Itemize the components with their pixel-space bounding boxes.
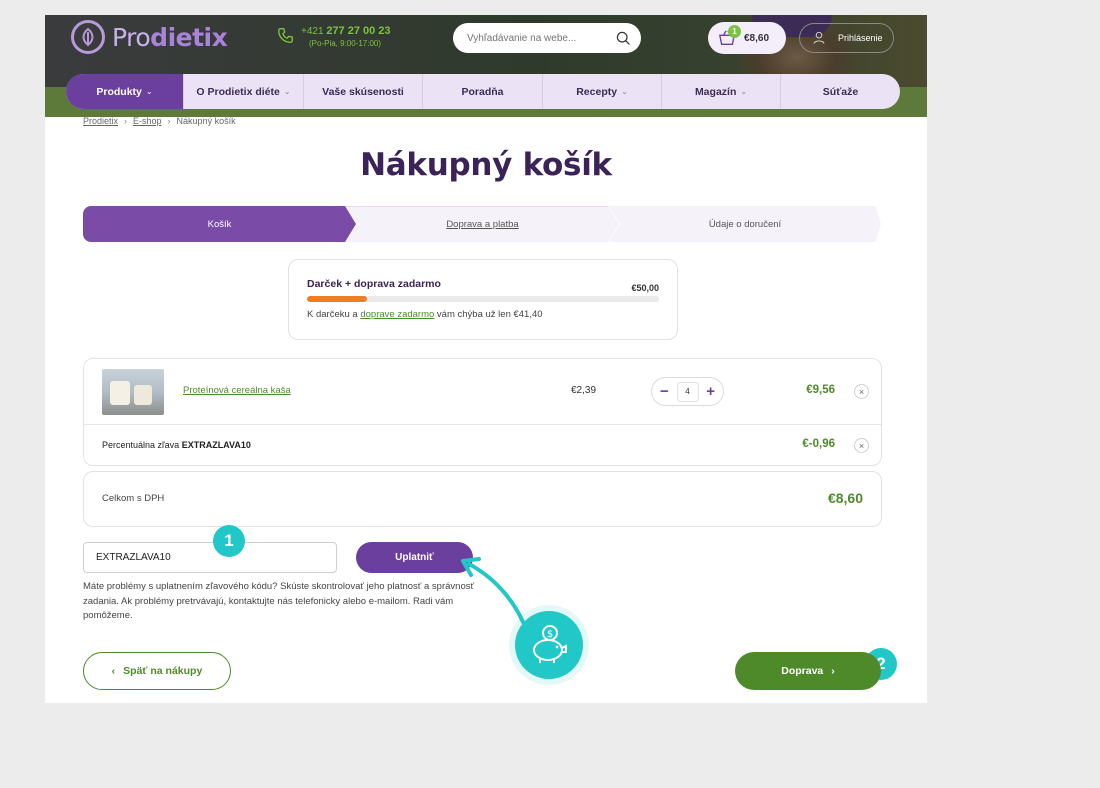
remove-product-close-icon[interactable]: × xyxy=(854,384,869,399)
breadcrumb: Prodietix › E-shop › Nákupný košík xyxy=(83,116,236,126)
nav-item-magazin[interactable]: Magazín ⌄ xyxy=(662,74,781,109)
continue-shipping-button[interactable]: Doprava › xyxy=(735,652,881,690)
breadcrumb-eshop[interactable]: E-shop xyxy=(133,116,162,126)
step-delivery-details: Údaje o doručení xyxy=(609,206,881,242)
free-shipping-box: Darček + doprava zadarmo €50,00 K darček… xyxy=(288,259,678,340)
gift-note: K darčeku a doprave zadarmo vám chýba už… xyxy=(307,309,543,320)
nav-item-poradna[interactable]: Poradňa xyxy=(423,74,543,109)
nav-item-sutaze[interactable]: Súťaže xyxy=(781,74,900,109)
breadcrumb-current: Nákupný košík xyxy=(176,116,236,126)
nav-item-recepty[interactable]: Recepty ⌄ xyxy=(543,74,662,109)
breadcrumb-home[interactable]: Prodietix xyxy=(83,116,118,126)
chevron-left-icon: ‹ xyxy=(111,665,116,677)
phone-hours: (Po-Pia, 9:00-17:00) xyxy=(309,39,382,48)
step-cart: Košík xyxy=(83,206,356,242)
cart-table: Proteínová cereálna kaša €2,39 − 4 + €9,… xyxy=(83,358,882,466)
gift-progress-bar xyxy=(307,296,659,302)
remove-discount-close-icon[interactable]: × xyxy=(854,438,869,453)
discount-value: €-0,96 xyxy=(802,438,835,450)
search-icon[interactable] xyxy=(615,30,631,46)
product-name-link[interactable]: Proteínová cereálna kaša xyxy=(183,385,291,396)
search-input[interactable] xyxy=(467,32,615,44)
back-to-shopping-button[interactable]: ‹ Späť na nákupy xyxy=(83,652,231,690)
nav-item-o-prodietix-diete[interactable]: O Prodietix diéte ⌄ xyxy=(184,74,304,109)
coupon-code-input[interactable] xyxy=(83,542,337,573)
discount-label: Percentuálna zľava EXTRAZLAVA10 xyxy=(102,440,251,450)
chevron-down-icon: ⌄ xyxy=(740,87,748,96)
nav-item-produkty[interactable]: Produkty ⌄ xyxy=(66,74,184,109)
cart-button[interactable]: 1 €8,60 xyxy=(708,22,786,54)
quantity-stepper: − 4 + xyxy=(651,377,724,406)
piggy-bank-icon: $ xyxy=(515,611,583,679)
step-shipping-payment[interactable]: Doprava a platba xyxy=(346,206,619,242)
login-label: Prihlásenie xyxy=(838,33,883,43)
quantity-decrease-button[interactable]: − xyxy=(660,384,669,399)
login-button[interactable]: Prihlásenie xyxy=(799,23,894,53)
quantity-increase-button[interactable]: + xyxy=(706,384,715,399)
coupon-help-text: Máte problémy s uplatnením zľavového kód… xyxy=(83,581,475,621)
checkout-steps: Údaje o doručení Doprava a platba Košík xyxy=(83,206,881,242)
cart-row-product: Proteínová cereálna kaša €2,39 − 4 + €9,… xyxy=(84,359,881,425)
product-unit-price: €2,39 xyxy=(571,385,597,396)
free-shipping-link[interactable]: doprave zadarmo xyxy=(360,309,434,320)
phone-contact[interactable]: +421 277 27 00 23 (Po-Pia, 9:00-17:00) xyxy=(277,25,391,50)
gift-title: Darček + doprava zadarmo xyxy=(307,278,441,290)
chevron-down-icon: ⌄ xyxy=(283,87,291,96)
product-image[interactable] xyxy=(102,369,164,415)
chevron-down-icon: ⌄ xyxy=(145,87,153,96)
logo-text: Prodietix xyxy=(112,22,228,52)
product-line-total: €9,56 xyxy=(806,384,835,396)
gift-progress-fill xyxy=(307,296,367,302)
cart-count-badge: 1 xyxy=(728,25,741,38)
phone-number: +421 277 27 00 23 xyxy=(301,25,391,37)
cart-total: €8,60 xyxy=(744,32,770,44)
main-nav: Produkty ⌄ O Prodietix diéte ⌄ Vaše skúsen… xyxy=(66,74,900,109)
chevron-down-icon: ⌄ xyxy=(621,87,628,96)
search-bar[interactable] xyxy=(453,23,641,53)
cart-total-box: Celkom s DPH €8,60 xyxy=(83,471,882,527)
total-value: €8,60 xyxy=(827,490,863,506)
nav-item-vase-skusenosti[interactable]: Vaše skúsenosti xyxy=(304,74,423,109)
phone-icon xyxy=(278,28,293,43)
leaf-logo-icon xyxy=(71,20,105,54)
cart-row-discount: Percentuálna zľava EXTRAZLAVA10 €-0,96 × xyxy=(84,425,881,467)
chevron-right-icon: › xyxy=(124,116,128,126)
quantity-input[interactable]: 4 xyxy=(676,381,699,402)
gift-threshold: €50,00 xyxy=(631,283,659,293)
svg-text:$: $ xyxy=(547,629,553,640)
chevron-right-icon: › xyxy=(167,116,171,126)
header: Prodietix +421 277 27 00 23 (Po-Pia, 9:0… xyxy=(45,15,927,117)
step-badge-1: 1 xyxy=(213,525,245,557)
total-label: Celkom s DPH xyxy=(102,493,165,504)
page-title: Nákupný košík xyxy=(360,147,612,183)
chevron-right-icon: › xyxy=(831,665,835,677)
logo[interactable]: Prodietix xyxy=(71,20,228,54)
user-icon xyxy=(813,31,825,44)
